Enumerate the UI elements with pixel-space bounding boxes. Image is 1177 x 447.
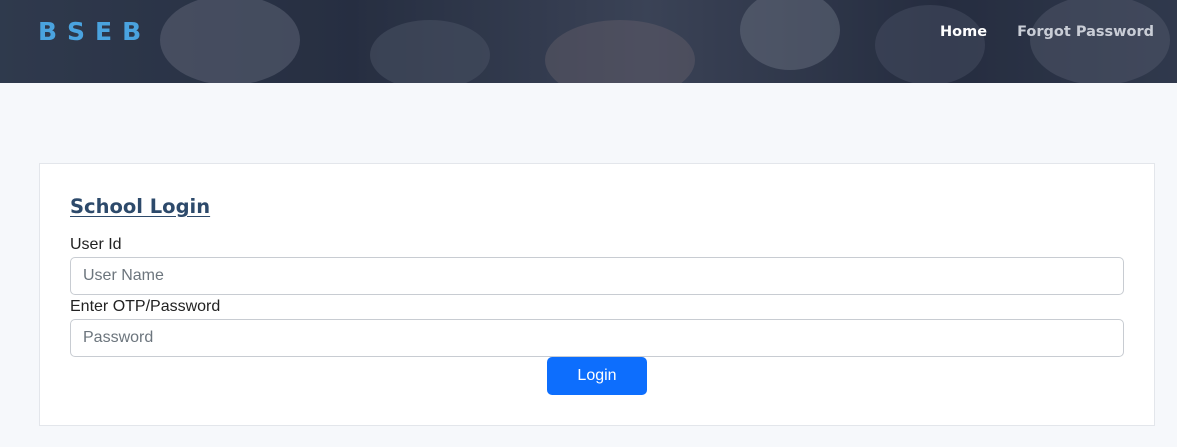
user-id-input[interactable] xyxy=(70,257,1124,295)
nav-home-link[interactable]: Home xyxy=(940,22,987,42)
brand-logo[interactable]: BSEB xyxy=(38,16,151,48)
top-nav: Home Forgot Password xyxy=(940,22,1154,42)
login-button[interactable]: Login xyxy=(547,357,647,395)
password-input[interactable] xyxy=(70,319,1124,357)
nav-forgot-password-link[interactable]: Forgot Password xyxy=(1017,22,1154,42)
user-id-label: User Id xyxy=(70,236,122,253)
site-header: BSEB Home Forgot Password xyxy=(0,0,1177,83)
password-label: Enter OTP/Password xyxy=(70,298,221,315)
page-title: School Login xyxy=(70,195,211,218)
login-card: School Login User Id Enter OTP/Password … xyxy=(39,163,1155,426)
